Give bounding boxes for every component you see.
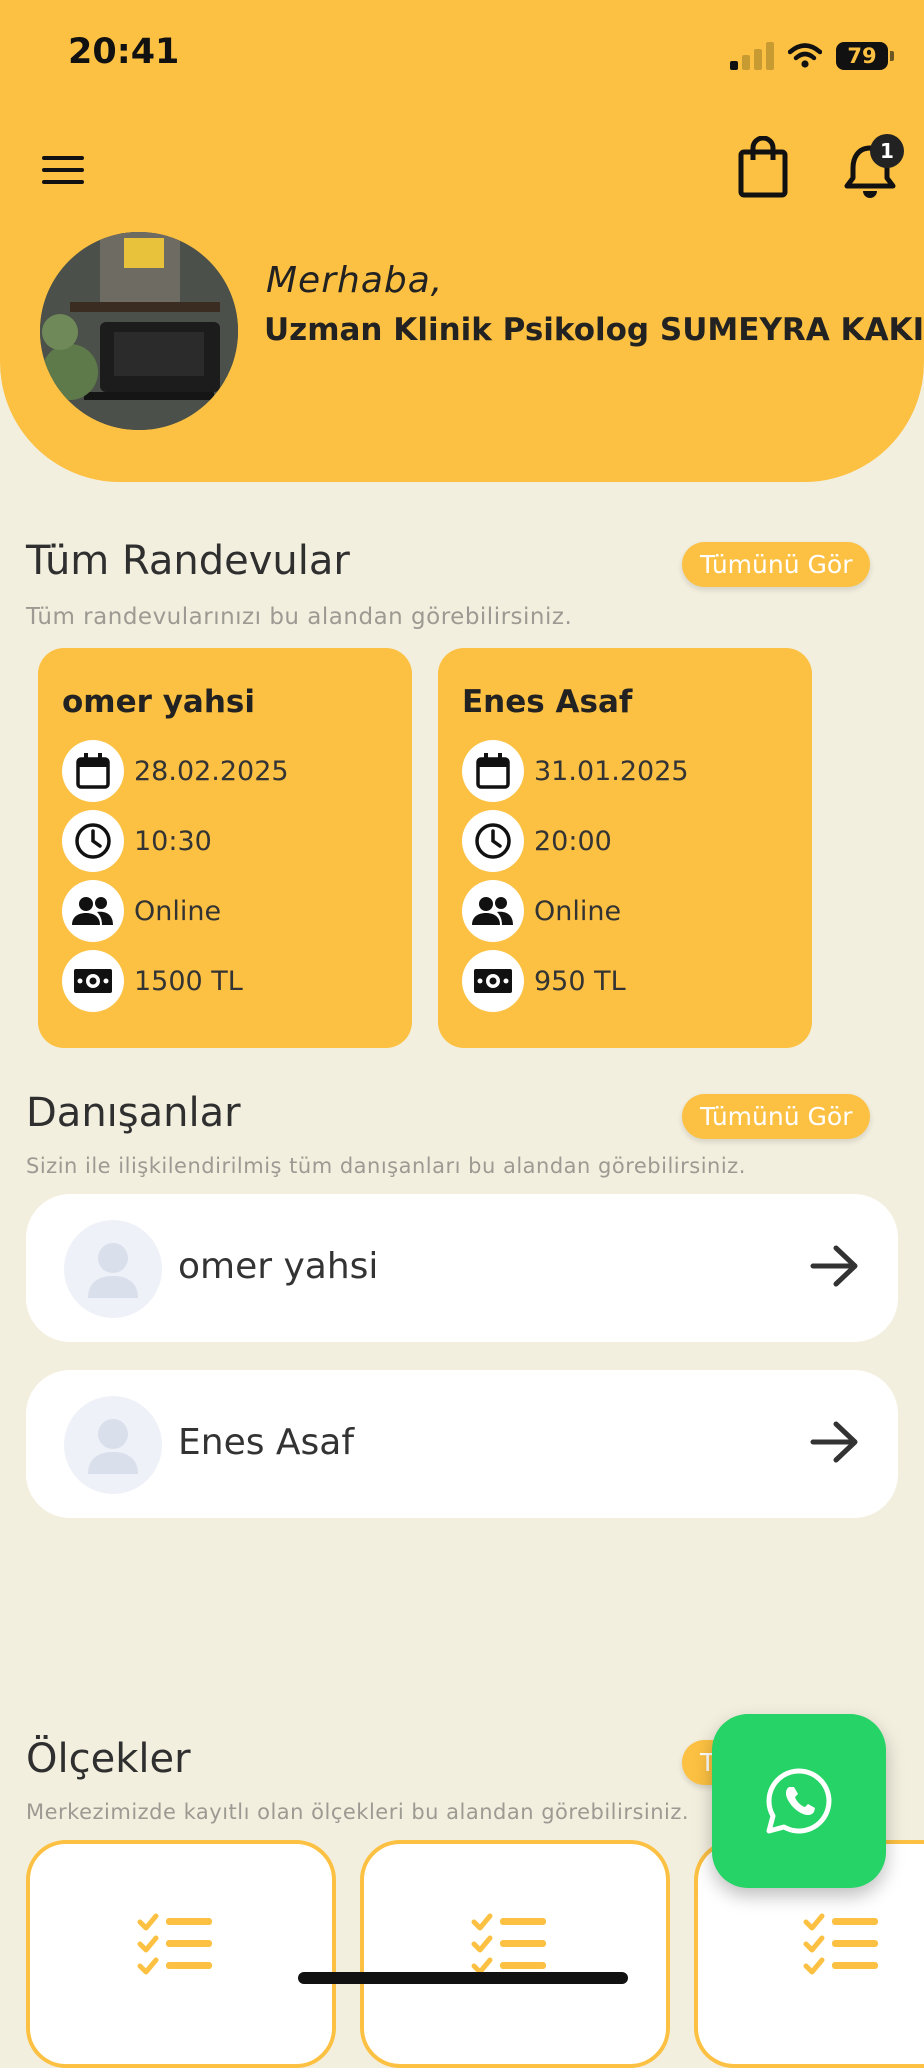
home-indicator[interactable] <box>298 1972 628 1984</box>
appointment-type: Online <box>534 895 622 927</box>
appointment-date-row: 31.01.2025 <box>462 740 689 802</box>
office-photo-image <box>40 232 238 430</box>
appointment-price-row: 1500 TL <box>62 950 243 1012</box>
client-list-item[interactable]: omer yahsi <box>26 1194 898 1342</box>
scale-card[interactable] <box>26 1840 336 2068</box>
greeting-text: Merhaba, <box>266 260 444 301</box>
calendar-icon <box>476 753 510 789</box>
client-avatar <box>64 1396 162 1494</box>
status-icons: 79 <box>730 38 894 74</box>
notifications-button[interactable]: 1 <box>844 134 904 200</box>
appointments-title: Tüm Randevular <box>26 538 350 584</box>
status-time: 20:41 <box>68 32 180 72</box>
client-name: omer yahsi <box>178 1246 379 1287</box>
clients-title: Danışanlar <box>26 1090 241 1136</box>
appointment-time-row: 20:00 <box>462 810 612 872</box>
appointment-date-row: 28.02.2025 <box>62 740 289 802</box>
people-icon <box>72 897 113 925</box>
notification-badge: 1 <box>870 134 904 168</box>
clients-see-all-button[interactable]: Tümünü Gör <box>682 1094 871 1139</box>
appointment-client-name: Enes Asaf <box>462 684 633 720</box>
whatsapp-icon <box>766 1768 832 1834</box>
appointments-see-all-button[interactable]: Tümünü Gör <box>682 542 871 587</box>
appointment-type-row: Online <box>462 880 621 942</box>
calendar-icon <box>76 753 110 789</box>
appointment-card[interactable]: Enes Asaf 31.01.2025 20:00 Online 950 TL <box>438 648 812 1048</box>
appointment-card[interactable]: omer yahsi 28.02.2025 10:30 Online 1500 … <box>38 648 412 1048</box>
appointment-price-row: 950 TL <box>462 950 626 1012</box>
user-placeholder-icon <box>88 1419 138 1474</box>
clock-icon <box>475 823 511 859</box>
appointments-subtitle: Tüm randevularınızı bu alandan görebilir… <box>26 604 573 630</box>
checklist-icon <box>803 1913 878 1975</box>
clients-subtitle: Sizin ile ilişkilendirilmiş tüm danışanl… <box>26 1154 746 1178</box>
arrow-right-icon[interactable] <box>810 1420 860 1464</box>
user-name: Uzman Klinik Psikolog SUMEYRA KAKIZ! <box>264 312 924 348</box>
whatsapp-button[interactable] <box>712 1714 886 1888</box>
checklist-icon <box>471 1913 546 1975</box>
scales-title: Ölçekler <box>26 1736 191 1782</box>
appointment-time: 10:30 <box>134 825 212 857</box>
client-list-item[interactable]: Enes Asaf <box>26 1370 898 1518</box>
checklist-icon <box>137 1913 212 1975</box>
money-icon <box>74 969 112 993</box>
client-name: Enes Asaf <box>178 1422 355 1463</box>
appointment-type: Online <box>134 895 222 927</box>
profile-photo[interactable] <box>40 232 238 430</box>
appointment-date: 28.02.2025 <box>134 755 289 787</box>
appointment-type-row: Online <box>62 880 221 942</box>
client-avatar <box>64 1220 162 1318</box>
appointment-time-row: 10:30 <box>62 810 212 872</box>
appointment-time: 20:00 <box>534 825 612 857</box>
appointment-client-name: omer yahsi <box>62 684 255 720</box>
appointment-price: 950 TL <box>534 965 626 997</box>
arrow-right-icon[interactable] <box>810 1244 860 1288</box>
signal-icon <box>730 42 774 70</box>
scale-card[interactable] <box>360 1840 670 2068</box>
shopping-bag-icon[interactable] <box>738 136 788 198</box>
appointment-date: 31.01.2025 <box>534 755 689 787</box>
menu-icon[interactable] <box>42 154 84 186</box>
battery-icon: 79 <box>836 42 894 70</box>
money-icon <box>474 969 512 993</box>
people-icon <box>472 897 513 925</box>
appointment-price: 1500 TL <box>134 965 243 997</box>
wifi-icon <box>788 43 822 68</box>
clock-icon <box>75 823 111 859</box>
scales-subtitle: Merkezimizde kayıtlı olan ölçekleri bu a… <box>26 1800 690 1824</box>
user-placeholder-icon <box>88 1243 138 1298</box>
